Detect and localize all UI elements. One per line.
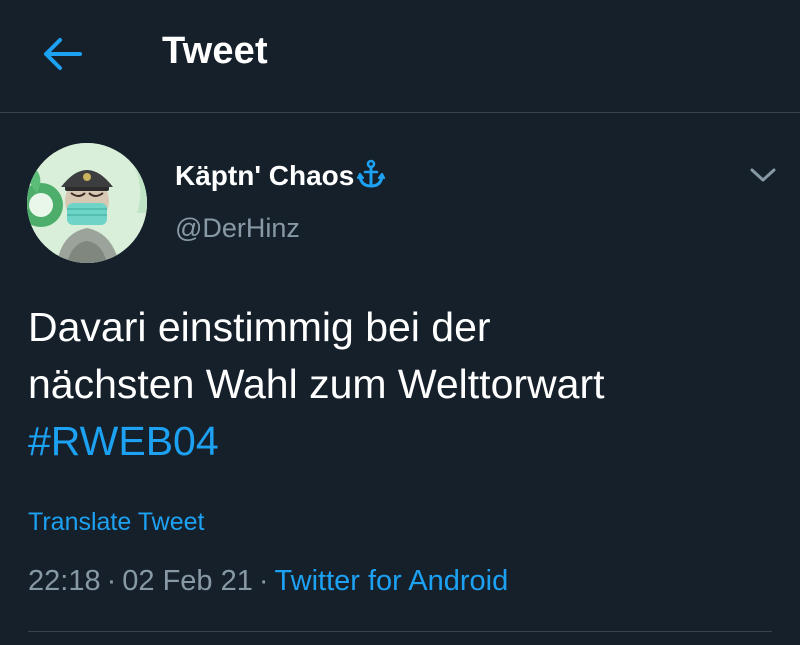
tweet-text-line: nächsten Wahl zum Welttorwart bbox=[28, 361, 605, 407]
tweet-text: Davari einstimmig bei der nächsten Wahl … bbox=[28, 299, 768, 470]
back-button[interactable] bbox=[40, 34, 84, 74]
divider bbox=[28, 631, 772, 632]
translate-tweet-link[interactable]: Translate Tweet bbox=[28, 508, 204, 537]
tweet-date: 02 Feb 21 bbox=[122, 565, 253, 597]
avatar[interactable] bbox=[27, 143, 147, 263]
chevron-down-icon bbox=[750, 168, 776, 182]
tweet-card: Käptn' Chaos @DerHinz Davari einstimmig … bbox=[0, 113, 800, 645]
anchor-icon bbox=[356, 159, 386, 196]
meta-separator: · bbox=[258, 565, 269, 597]
tweet-text-line: Davari einstimmig bei der bbox=[28, 304, 491, 350]
avatar-image bbox=[27, 143, 147, 263]
display-name[interactable]: Käptn' Chaos bbox=[175, 159, 386, 196]
display-name-text: Käptn' Chaos bbox=[175, 160, 355, 191]
meta-separator: · bbox=[106, 565, 117, 597]
page-title: Tweet bbox=[162, 30, 268, 72]
tweet-source-link[interactable]: Twitter for Android bbox=[275, 565, 509, 597]
user-handle[interactable]: @DerHinz bbox=[175, 213, 300, 244]
arrow-left-icon bbox=[44, 38, 82, 70]
tweet-menu-button[interactable] bbox=[746, 161, 780, 189]
tweet-metadata: 22:18 · 02 Feb 21 · Twitter for Android bbox=[28, 565, 508, 598]
top-bar: Tweet bbox=[0, 0, 800, 113]
tweet-time: 22:18 bbox=[28, 565, 101, 597]
hashtag-link[interactable]: #RWEB04 bbox=[28, 413, 768, 470]
